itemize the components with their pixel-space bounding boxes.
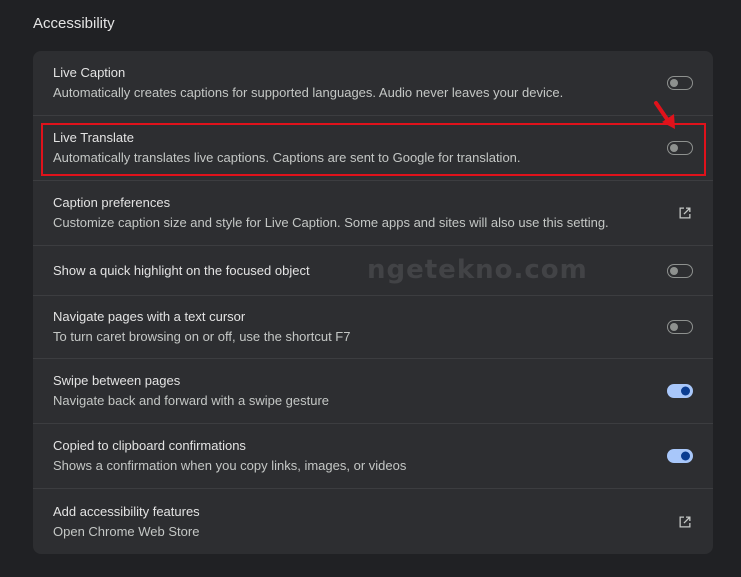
- clipboard-confirmations-toggle[interactable]: [667, 449, 693, 463]
- toggle-knob: [681, 451, 690, 461]
- watermark-text: ngetekno.com: [367, 255, 588, 285]
- toggle-knob: [681, 386, 690, 396]
- section-title: Accessibility: [33, 15, 115, 32]
- setting-title: Live Caption: [53, 65, 126, 80]
- focus-highlight-toggle[interactable]: [667, 263, 693, 278]
- setting-description: Navigate back and forward with a swipe g…: [53, 393, 330, 408]
- toggle-knob: [670, 266, 678, 275]
- setting-row-add-accessibility-features[interactable]: Add accessibility features Open Chrome W…: [33, 489, 713, 554]
- setting-description: To turn caret browsing on or off, use th…: [53, 329, 351, 344]
- setting-row-live-translate[interactable]: Live Translate Automatically translates …: [33, 116, 713, 181]
- setting-description: Customize caption size and style for Liv…: [53, 215, 609, 230]
- setting-row-caption-preferences[interactable]: Caption preferences Customize caption si…: [33, 181, 713, 246]
- setting-title: Caption preferences: [53, 195, 171, 210]
- toggle-knob: [670, 144, 678, 152]
- setting-row-live-caption[interactable]: Live Caption Automatically creates capti…: [33, 51, 713, 116]
- setting-row-clipboard-confirmations[interactable]: Copied to clipboard confirmations Shows …: [33, 424, 713, 489]
- settings-page: Accessibility Live Caption Automatically…: [0, 0, 741, 577]
- open-in-new-icon[interactable]: [677, 205, 693, 221]
- setting-description: Automatically translates live captions. …: [53, 150, 521, 165]
- red-arrow-icon: [654, 101, 675, 129]
- toggle-knob: [670, 79, 678, 87]
- setting-description: Open Chrome Web Store: [53, 523, 200, 539]
- setting-title: Copied to clipboard confirmations: [53, 438, 246, 453]
- open-in-new-icon[interactable]: [677, 514, 693, 530]
- setting-description: Automatically creates captions for suppo…: [53, 85, 564, 100]
- setting-title: Live Translate: [53, 130, 134, 145]
- toggle-knob: [670, 323, 678, 331]
- setting-title: Swipe between pages: [53, 373, 181, 388]
- caret-browsing-toggle[interactable]: [667, 320, 693, 334]
- live-caption-toggle[interactable]: [667, 76, 693, 90]
- setting-title: Add accessibility features: [53, 503, 200, 519]
- setting-description: Shows a confirmation when you copy links…: [53, 458, 407, 473]
- swipe-pages-toggle[interactable]: [667, 384, 693, 398]
- setting-title: Navigate pages with a text cursor: [53, 309, 246, 324]
- accessibility-card: Live Caption Automatically creates capti…: [33, 51, 713, 554]
- live-translate-toggle[interactable]: [667, 141, 693, 155]
- setting-row-swipe-pages[interactable]: Swipe between pages Navigate back and fo…: [33, 359, 713, 424]
- setting-row-caret-browsing[interactable]: Navigate pages with a text cursor To tur…: [33, 296, 713, 359]
